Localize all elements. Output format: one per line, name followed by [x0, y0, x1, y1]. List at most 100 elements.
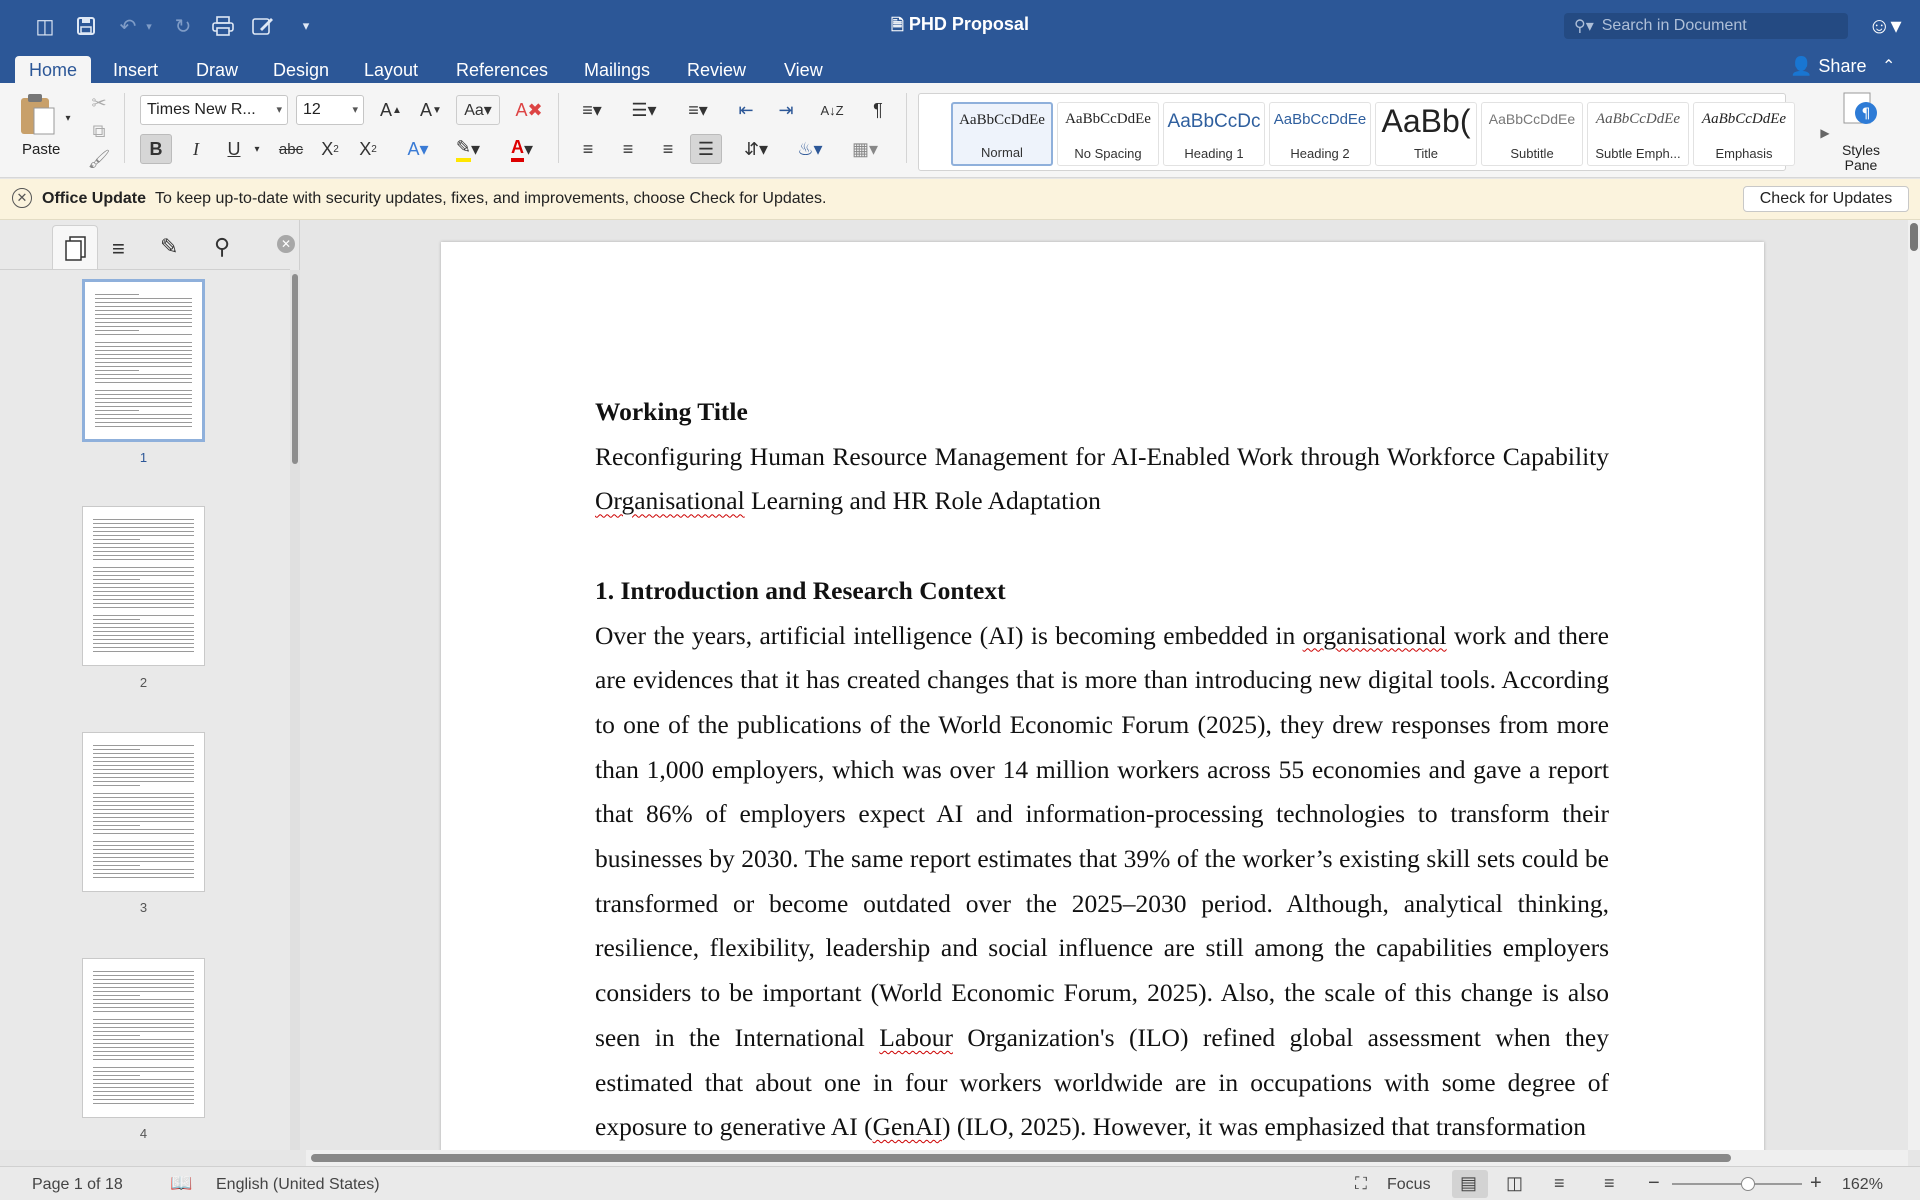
justify-icon[interactable]: ☰: [690, 134, 722, 164]
numbering-icon[interactable]: ☰▾: [622, 95, 666, 125]
check-for-updates-button[interactable]: Check for Updates: [1743, 186, 1909, 212]
spelling-flagged-word[interactable]: Organisational: [595, 486, 745, 515]
bullets-icon[interactable]: ≡▾: [572, 95, 612, 125]
tab-draw[interactable]: Draw: [182, 57, 252, 83]
styles-pane-button[interactable]: ¶: [1840, 91, 1880, 127]
tab-view[interactable]: View: [770, 57, 837, 83]
sidebar-toggle-icon[interactable]: ◫: [32, 13, 58, 39]
horizontal-scroll-thumb[interactable]: [311, 1154, 1731, 1162]
tab-review[interactable]: Review: [673, 57, 760, 83]
align-right-icon[interactable]: ≡: [652, 134, 684, 164]
feedback-smiley-icon[interactable]: ☺▾: [1868, 13, 1902, 39]
decrease-indent-icon[interactable]: ⇤: [730, 95, 762, 125]
style-no-spacing[interactable]: AaBbCcDdEe No Spacing: [1057, 102, 1159, 166]
focus-icon[interactable]: ⛶: [1355, 1174, 1367, 1194]
font-size-select[interactable]: 12 ▾: [296, 95, 364, 125]
document-page[interactable]: Working Title Reconfiguring Human Resour…: [441, 242, 1764, 1150]
tab-references[interactable]: References: [442, 57, 562, 83]
paste-button[interactable]: [14, 89, 60, 141]
cut-icon[interactable]: ✂: [84, 88, 114, 118]
proofing-icon[interactable]: 📖: [170, 1173, 192, 1194]
print-icon[interactable]: [210, 13, 236, 39]
zoom-slider-handle[interactable]: [1741, 1177, 1755, 1191]
align-left-icon[interactable]: ≡: [572, 134, 604, 164]
tab-insert[interactable]: Insert: [99, 57, 172, 83]
spelling-flagged-word[interactable]: organisational: [1303, 621, 1447, 650]
style-heading-1[interactable]: AaBbCcDc Heading 1: [1163, 102, 1265, 166]
web-layout-icon[interactable]: ◫: [1506, 1173, 1523, 1194]
thumbnail-page-3[interactable]: [82, 732, 205, 892]
style-subtle-emphasis[interactable]: AaBbCcDdEe Subtle Emph...: [1587, 102, 1689, 166]
zoom-slider[interactable]: [1672, 1177, 1802, 1191]
shrink-font-icon[interactable]: A ▼: [414, 95, 448, 125]
style-heading-2[interactable]: AaBbCcDdEe Heading 2: [1269, 102, 1371, 166]
grow-font-icon[interactable]: A ▲: [374, 95, 408, 125]
multilevel-list-icon[interactable]: ≡▾: [676, 95, 720, 125]
zoom-level[interactable]: 162%: [1842, 1176, 1883, 1194]
align-center-icon[interactable]: ≡: [612, 134, 644, 164]
subscript-icon[interactable]: X2: [314, 134, 346, 164]
spelling-flagged-word[interactable]: GenAI: [873, 1112, 942, 1141]
format-painter-icon[interactable]: 🖌: [84, 144, 114, 174]
redo-icon[interactable]: ↻: [170, 13, 196, 39]
edit-document-icon[interactable]: [250, 13, 276, 39]
font-color-icon[interactable]: A ▾: [500, 134, 544, 164]
dismiss-icon[interactable]: ✕: [12, 188, 32, 208]
tab-mailings[interactable]: Mailings: [570, 57, 664, 83]
borders-icon[interactable]: ▦▾: [842, 134, 888, 164]
paste-dropdown-icon[interactable]: ▾: [62, 103, 74, 133]
vertical-scroll-thumb[interactable]: [1910, 223, 1918, 251]
styles-more-icon[interactable]: ▶: [1815, 118, 1835, 148]
show-formatting-marks-icon[interactable]: ¶: [862, 95, 894, 125]
document-body[interactable]: Working Title Reconfiguring Human Resour…: [595, 390, 1609, 1150]
outline-view-icon[interactable]: ≡: [1554, 1173, 1565, 1194]
thumbnails-tab[interactable]: [52, 225, 98, 269]
strikethrough-icon[interactable]: abc: [274, 134, 308, 164]
focus-label[interactable]: Focus: [1387, 1176, 1431, 1194]
font-name-select[interactable]: Times New R... ▾: [140, 95, 288, 125]
thumbnail-page-2[interactable]: [82, 506, 205, 666]
bold-icon[interactable]: B: [140, 134, 172, 164]
thumbnail-page-1[interactable]: [82, 279, 205, 442]
clear-formatting-icon[interactable]: A✖: [512, 95, 546, 125]
tab-home[interactable]: Home: [15, 56, 92, 85]
sort-icon[interactable]: A↓Z: [816, 95, 848, 125]
style-emphasis[interactable]: AaBbCcDdEe Emphasis: [1693, 102, 1795, 166]
horizontal-scrollbar[interactable]: [306, 1150, 1908, 1166]
increase-indent-icon[interactable]: ⇥: [770, 95, 802, 125]
undo-dropdown-icon[interactable]: ▾: [142, 13, 156, 39]
search-icon[interactable]: ⚲: [214, 234, 230, 260]
line-spacing-icon[interactable]: ⇵▾: [734, 134, 778, 164]
tab-layout[interactable]: Layout: [350, 57, 432, 83]
underline-icon[interactable]: U: [220, 134, 248, 164]
tab-design[interactable]: Design: [259, 57, 343, 83]
nav-scroll-thumb[interactable]: [292, 274, 298, 464]
undo-icon[interactable]: ↶: [115, 13, 141, 39]
vertical-scrollbar[interactable]: [1908, 220, 1920, 1150]
underline-dropdown-icon[interactable]: ▾: [250, 134, 264, 164]
zoom-out-icon[interactable]: −: [1648, 1172, 1660, 1195]
outline-icon[interactable]: ≡: [112, 236, 125, 262]
italic-icon[interactable]: I: [180, 134, 212, 164]
customize-toolbar-icon[interactable]: ▾: [293, 13, 319, 39]
draft-view-icon[interactable]: ≡: [1604, 1173, 1615, 1194]
text-effects-icon[interactable]: A▾: [400, 134, 436, 164]
shading-icon[interactable]: ♨▾: [788, 134, 832, 164]
share-button[interactable]: 👤 Share: [1790, 56, 1866, 77]
nav-scrollbar[interactable]: [290, 270, 300, 1150]
close-pane-icon[interactable]: ✕: [277, 235, 295, 253]
style-title[interactable]: AaBb( Title: [1375, 102, 1477, 166]
thumbnail-page-4[interactable]: [82, 958, 205, 1118]
language[interactable]: English (United States): [216, 1176, 380, 1194]
collapse-ribbon-icon[interactable]: ⌃: [1882, 56, 1895, 76]
change-case-icon[interactable]: Aa▾: [456, 95, 500, 125]
superscript-icon[interactable]: X2: [352, 134, 384, 164]
zoom-in-icon[interactable]: +: [1810, 1172, 1822, 1195]
highlight-icon[interactable]: ✎ ▾: [446, 134, 490, 164]
save-icon[interactable]: [73, 13, 99, 39]
copy-icon[interactable]: ⧉: [84, 116, 114, 146]
style-subtitle[interactable]: AaBbCcDdEe Subtitle: [1481, 102, 1583, 166]
page-count[interactable]: Page 1 of 18: [32, 1176, 123, 1194]
search-field[interactable]: ⚲▾ Search in Document: [1564, 13, 1848, 39]
style-normal[interactable]: AaBbCcDdEe Normal: [951, 102, 1053, 166]
